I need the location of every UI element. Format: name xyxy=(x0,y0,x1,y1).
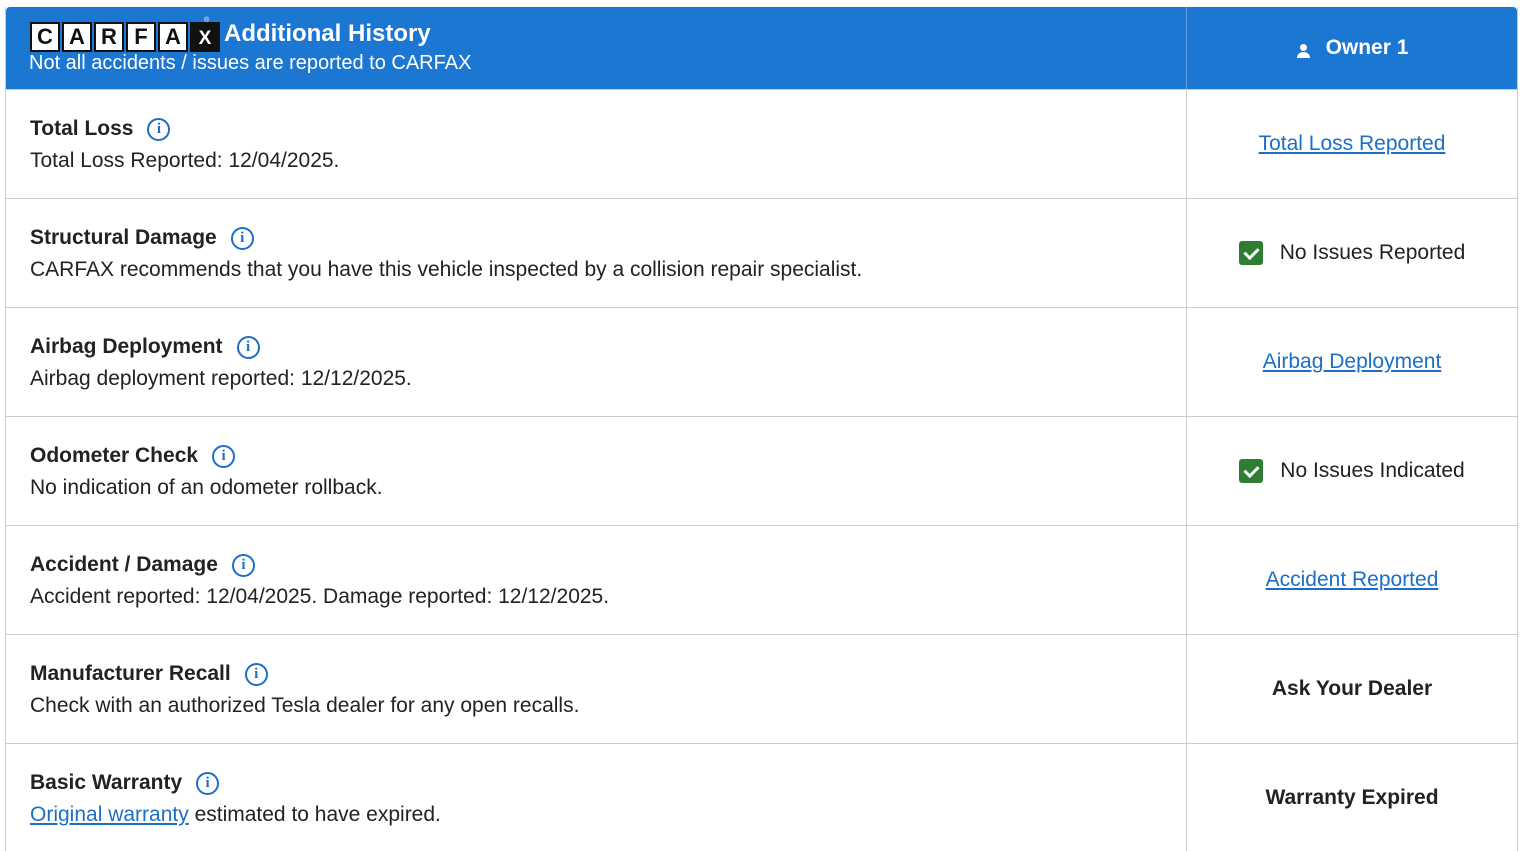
carfax-logo: C A R F A X xyxy=(30,22,222,52)
table-header: C A R F A X ® Additional History Not all… xyxy=(6,7,1517,89)
header-title: Additional History xyxy=(224,20,431,47)
status-text: Warranty Expired xyxy=(1265,785,1439,809)
logo-letter: F xyxy=(126,22,156,52)
registered-mark: ® xyxy=(204,17,210,24)
person-icon xyxy=(1296,42,1310,58)
row-description: CARFAX recommends that you have this veh… xyxy=(30,258,863,281)
row-title: Basic Warranty xyxy=(30,771,183,794)
table-row: Airbag Deployment i Airbag deployment rep… xyxy=(6,307,1517,416)
table-row: Odometer Check i No indication of an odom… xyxy=(6,416,1517,525)
checkmark-icon xyxy=(1239,459,1264,483)
row-description: Total Loss Reported: 12/04/2025. xyxy=(30,149,340,172)
info-icon[interactable]: i xyxy=(212,444,236,468)
row-description: Check with an authorized Tesla dealer fo… xyxy=(30,694,580,717)
row-description: Original warranty estimated to have expi… xyxy=(30,803,1186,827)
info-icon[interactable]: i xyxy=(236,335,260,359)
header-left: C A R F A X ® Additional History Not all… xyxy=(6,7,1187,89)
table-row: Manufacturer Recall i Check with an autho… xyxy=(6,634,1517,743)
table-row: Basic Warranty i Original warranty estima… xyxy=(6,743,1517,851)
row-description: Airbag deployment reported: 12/12/2025. xyxy=(30,367,412,390)
logo-letter: A xyxy=(62,22,92,52)
logo-letter: R xyxy=(94,22,124,52)
row-description-text: estimated to have expired. xyxy=(188,803,441,826)
status-text: Ask Your Dealer xyxy=(1271,677,1433,700)
table-row: Accident / Damage i Accident reported: 12… xyxy=(6,525,1517,634)
status-text: No Issues Indicated xyxy=(1280,459,1465,482)
header-subtitle: Not all accidents / issues are reported … xyxy=(29,52,472,74)
logo-letter: X xyxy=(190,22,220,52)
table-row: Total Loss i Total Loss Reported: 12/04/2… xyxy=(6,89,1517,198)
total-loss-link[interactable]: Total Loss Reported xyxy=(1259,132,1446,156)
row-title: Manufacturer Recall xyxy=(30,662,231,685)
checkmark-icon xyxy=(1238,241,1263,265)
additional-history-table: C A R F A X ® Additional History Not all… xyxy=(5,7,1518,851)
logo-letter: A xyxy=(158,22,188,52)
accident-reported-link[interactable]: Accident Reported xyxy=(1266,568,1439,592)
status-text: No Issues Reported xyxy=(1279,241,1466,264)
info-icon[interactable]: i xyxy=(244,662,268,686)
row-description: No indication of an odometer rollback. xyxy=(30,476,383,499)
info-icon[interactable]: i xyxy=(196,771,220,795)
info-icon[interactable]: i xyxy=(230,226,254,250)
row-title: Airbag Deployment xyxy=(30,335,223,358)
row-title: Odometer Check xyxy=(30,444,199,467)
airbag-deployment-link[interactable]: Airbag Deployment xyxy=(1263,350,1442,374)
info-icon[interactable]: i xyxy=(147,117,171,141)
row-title: Total Loss xyxy=(30,117,134,140)
row-description: Accident reported: 12/04/2025. Damage re… xyxy=(30,585,610,608)
row-title: Structural Damage xyxy=(30,226,217,249)
owner-label: Owner 1 xyxy=(1325,36,1409,59)
info-icon[interactable]: i xyxy=(231,553,255,577)
original-warranty-link[interactable]: Original warranty xyxy=(30,803,189,826)
table-row: Structural Damage i CARFAX recommends tha… xyxy=(6,198,1517,307)
row-title: Accident / Damage xyxy=(30,553,218,576)
logo-letter: C xyxy=(30,22,60,52)
owner-column-header: Owner 1 xyxy=(1187,7,1517,89)
